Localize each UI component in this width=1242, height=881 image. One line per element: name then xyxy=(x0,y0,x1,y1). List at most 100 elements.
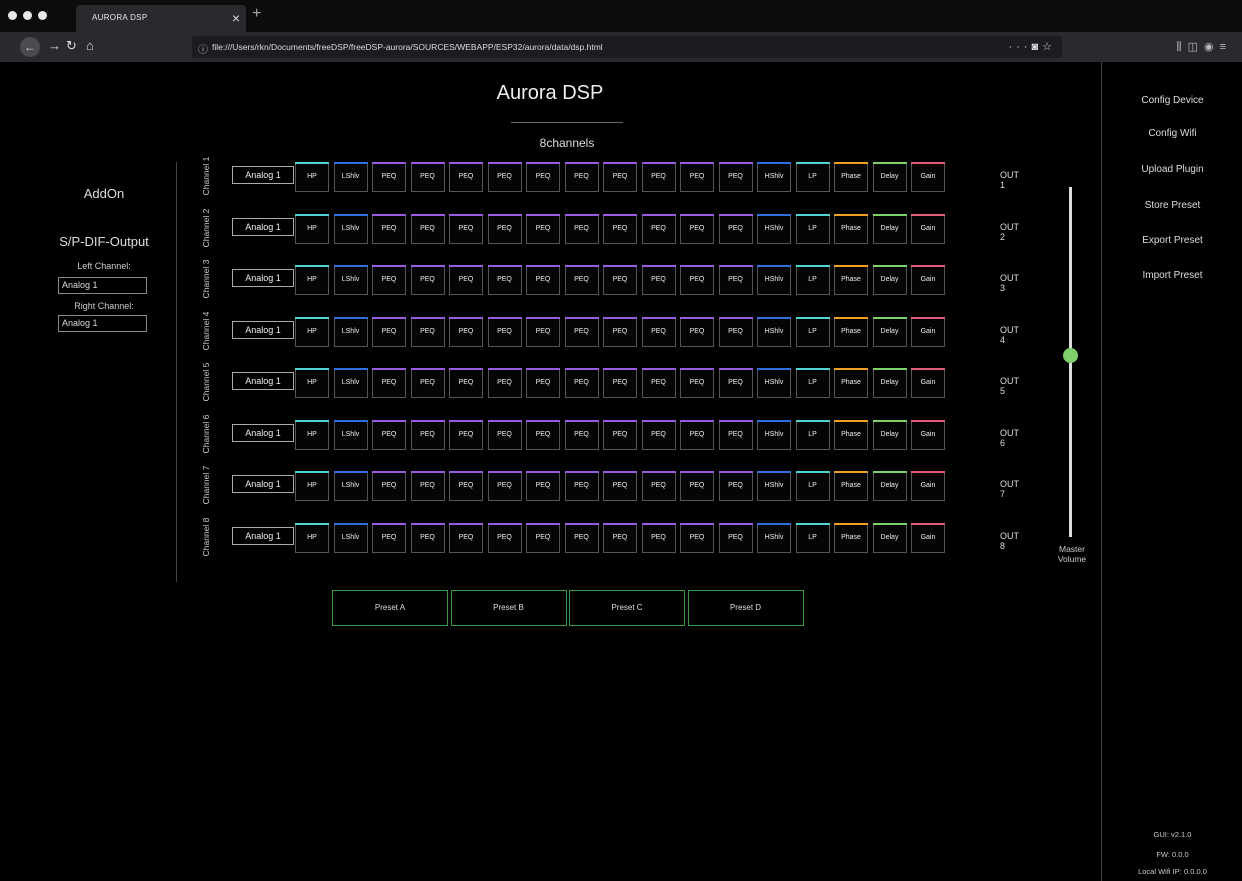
dsp-block-delay[interactable]: Delay xyxy=(872,162,907,192)
back-icon[interactable]: ← xyxy=(20,37,40,57)
dsp-block-peq[interactable]: PEQ xyxy=(526,471,560,501)
dsp-block-peq[interactable]: PEQ xyxy=(641,162,676,192)
left-channel-select[interactable]: Analog 1 xyxy=(58,277,147,294)
dsp-block-delay[interactable]: Delay xyxy=(872,213,907,244)
export-preset-button[interactable]: Export Preset xyxy=(1102,235,1242,246)
dsp-block-hshlv[interactable]: HShlv xyxy=(757,368,791,398)
dsp-block-peq[interactable]: PEQ xyxy=(449,316,483,347)
dsp-block-peq[interactable]: PEQ xyxy=(680,213,714,244)
master-volume-thumb[interactable] xyxy=(1063,348,1078,363)
dsp-block-lshlv[interactable]: LShlv xyxy=(333,471,368,501)
dsp-block-peq[interactable]: PEQ xyxy=(372,316,406,347)
forward-icon[interactable]: → xyxy=(48,38,61,53)
dsp-block-peq[interactable]: PEQ xyxy=(410,368,445,398)
dsp-block-peq[interactable]: PEQ xyxy=(372,265,406,295)
dsp-block-peq[interactable]: PEQ xyxy=(487,471,522,501)
dsp-block-peq[interactable]: PEQ xyxy=(372,368,406,398)
dsp-block-peq[interactable]: PEQ xyxy=(641,316,676,347)
dsp-block-peq[interactable]: PEQ xyxy=(641,213,676,244)
dsp-block-peq[interactable]: PEQ xyxy=(372,419,406,450)
dsp-block-lshlv[interactable]: LShlv xyxy=(333,368,368,398)
dsp-block-peq[interactable]: PEQ xyxy=(603,213,637,244)
dsp-block-lshlv[interactable]: LShlv xyxy=(333,162,368,192)
dsp-block-gain[interactable]: Gain xyxy=(911,419,945,450)
dsp-block-delay[interactable]: Delay xyxy=(872,419,907,450)
tab-close-icon[interactable]: × xyxy=(232,10,240,26)
dsp-block-peq[interactable]: PEQ xyxy=(564,162,599,192)
dsp-block-phase[interactable]: Phase xyxy=(834,419,868,450)
config-wifi-button[interactable]: Config Wifi xyxy=(1102,128,1242,139)
dsp-block-peq[interactable]: PEQ xyxy=(718,522,753,553)
page-info-icon[interactable]: ⓘ xyxy=(198,41,208,56)
dsp-block-peq[interactable]: PEQ xyxy=(680,316,714,347)
dsp-block-peq[interactable]: PEQ xyxy=(449,368,483,398)
dsp-block-peq[interactable]: PEQ xyxy=(680,522,714,553)
dsp-block-phase[interactable]: Phase xyxy=(834,316,868,347)
dsp-block-hshlv[interactable]: HShlv xyxy=(757,419,791,450)
dsp-block-gain[interactable]: Gain xyxy=(911,471,945,501)
dsp-block-peq[interactable]: PEQ xyxy=(449,265,483,295)
dsp-block-peq[interactable]: PEQ xyxy=(718,162,753,192)
dsp-block-lp[interactable]: LP xyxy=(795,419,830,450)
config-device-button[interactable]: Config Device xyxy=(1102,95,1242,106)
dsp-block-peq[interactable]: PEQ xyxy=(449,213,483,244)
browser-tab[interactable]: AURORA DSP × xyxy=(76,5,246,32)
dsp-block-delay[interactable]: Delay xyxy=(872,471,907,501)
dsp-block-peq[interactable]: PEQ xyxy=(449,162,483,192)
dsp-block-peq[interactable]: PEQ xyxy=(487,419,522,450)
bookmark-star-icon[interactable]: ☆ xyxy=(1042,41,1056,53)
channel-input-select[interactable]: Analog 1 xyxy=(232,320,294,339)
dsp-block-hshlv[interactable]: HShlv xyxy=(757,265,791,295)
dsp-block-hp[interactable]: HP xyxy=(295,265,329,295)
dsp-block-lp[interactable]: LP xyxy=(795,522,830,553)
url-text[interactable]: file:///Users/rkn/Documents/freeDSP/free… xyxy=(212,42,603,52)
dsp-block-peq[interactable]: PEQ xyxy=(410,522,445,553)
dsp-block-peq[interactable]: PEQ xyxy=(526,265,560,295)
dsp-block-peq[interactable]: PEQ xyxy=(487,265,522,295)
dsp-block-phase[interactable]: Phase xyxy=(834,522,868,553)
dsp-block-hshlv[interactable]: HShlv xyxy=(757,522,791,553)
dsp-block-peq[interactable]: PEQ xyxy=(410,265,445,295)
dsp-block-lshlv[interactable]: LShlv xyxy=(333,265,368,295)
dsp-block-peq[interactable]: PEQ xyxy=(718,471,753,501)
dsp-block-lp[interactable]: LP xyxy=(795,162,830,192)
dsp-block-peq[interactable]: PEQ xyxy=(718,213,753,244)
dsp-block-peq[interactable]: PEQ xyxy=(410,419,445,450)
dsp-block-peq[interactable]: PEQ xyxy=(603,316,637,347)
extension-icon[interactable]: ◉ xyxy=(1204,41,1220,53)
dsp-block-peq[interactable]: PEQ xyxy=(410,162,445,192)
dsp-block-peq[interactable]: PEQ xyxy=(680,368,714,398)
dsp-block-gain[interactable]: Gain xyxy=(911,316,945,347)
dsp-block-lp[interactable]: LP xyxy=(795,471,830,501)
dsp-block-peq[interactable]: PEQ xyxy=(603,265,637,295)
preset-button-d[interactable]: Preset D xyxy=(687,590,804,626)
channel-input-select[interactable]: Analog 1 xyxy=(232,526,294,545)
dsp-block-peq[interactable]: PEQ xyxy=(526,522,560,553)
dsp-block-peq[interactable]: PEQ xyxy=(718,419,753,450)
dsp-block-peq[interactable]: PEQ xyxy=(718,368,753,398)
dsp-block-hp[interactable]: HP xyxy=(295,419,329,450)
reload-icon[interactable]: ↻ xyxy=(66,38,77,54)
dsp-block-delay[interactable]: Delay xyxy=(872,368,907,398)
dsp-block-peq[interactable]: PEQ xyxy=(526,316,560,347)
dsp-block-hp[interactable]: HP xyxy=(295,471,329,501)
sidebar-icon[interactable]: ◫ xyxy=(1188,41,1204,53)
dsp-block-peq[interactable]: PEQ xyxy=(526,162,560,192)
dsp-block-lshlv[interactable]: LShlv xyxy=(333,419,368,450)
dsp-block-peq[interactable]: PEQ xyxy=(564,316,599,347)
new-tab-icon[interactable]: + xyxy=(252,5,261,23)
dsp-block-peq[interactable]: PEQ xyxy=(372,522,406,553)
dsp-block-lp[interactable]: LP xyxy=(795,213,830,244)
url-bar[interactable]: ⓘ file:///Users/rkn/Documents/freeDSP/fr… xyxy=(192,36,1062,58)
home-icon[interactable]: ⌂ xyxy=(86,38,94,53)
dsp-block-peq[interactable]: PEQ xyxy=(603,368,637,398)
dsp-block-hp[interactable]: HP xyxy=(295,162,329,192)
dsp-block-peq[interactable]: PEQ xyxy=(372,213,406,244)
preset-button-a[interactable]: Preset A xyxy=(332,590,448,626)
dsp-block-hshlv[interactable]: HShlv xyxy=(757,316,791,347)
dsp-block-peq[interactable]: PEQ xyxy=(564,368,599,398)
dsp-block-hshlv[interactable]: HShlv xyxy=(757,471,791,501)
dsp-block-lp[interactable]: LP xyxy=(795,265,830,295)
dsp-block-peq[interactable]: PEQ xyxy=(372,162,406,192)
dsp-block-peq[interactable]: PEQ xyxy=(718,316,753,347)
